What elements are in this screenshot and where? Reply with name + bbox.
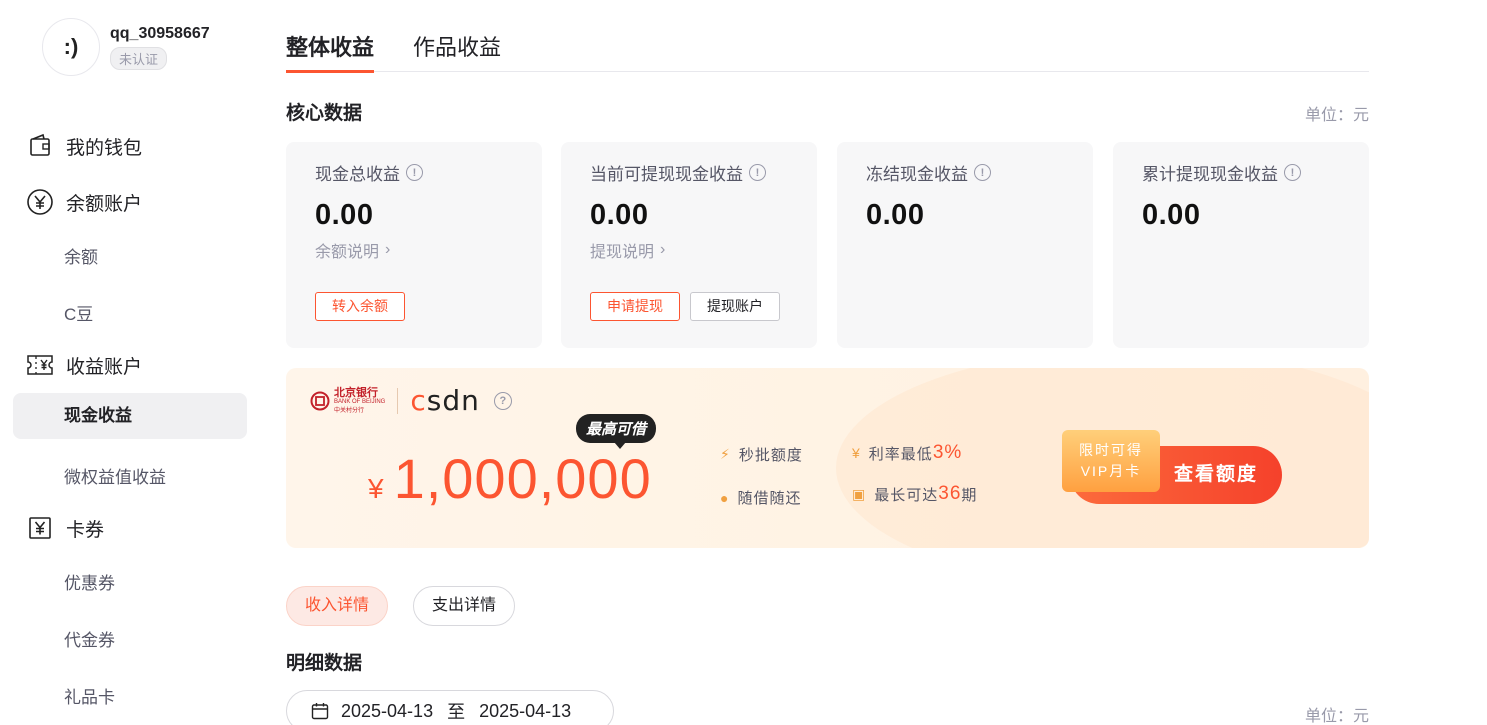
wallet-icon [26,132,54,160]
detail-unit-label: 单位：元 [1304,708,1369,725]
info-icon[interactable]: ! [1284,164,1301,181]
core-unit-label: 单位：元 [1304,107,1369,124]
feature-low-rate: ¥ 利率最低 3% [852,442,963,463]
date-start[interactable]: 2025-04-13 [341,701,433,722]
vip-monthly-tag: 限时可得 VIP月卡 [1062,430,1160,492]
transfer-to-balance-button[interactable]: 转入余额 [315,292,405,321]
feature-instant-approval: ⚡ 秒批额度 [720,446,803,464]
card-frozen-cash-income: 冻结现金收益! 0.00 [837,142,1093,348]
balance-explanation-link[interactable]: 余额说明 › [315,238,513,262]
sidebar-group-income-account[interactable]: 收益账户 [26,351,142,379]
sidebar-group-wallet[interactable]: 我的钱包 [26,132,142,160]
username: qq_30958667 [110,24,210,42]
card-value: 0.00 [866,199,925,231]
bank-of-beijing-logo-icon [310,391,330,410]
expense-details-tab[interactable]: 支出详情 [413,586,516,626]
card-label: 冻结现金收益 [866,165,968,184]
tab-bar: 整体收益 作品收益 [286,30,1369,73]
max-loan-tag: 最高可借 [576,414,657,449]
yen-icon: ¥ [852,445,861,461]
banner-logo: 北京银行 BANK OF BEIJING 中关村分行 csdn ? [310,384,512,417]
card-withdrawable-cash-income: 当前可提现现金收益! 0.00 提现说明 › 申请提现 提现账户 [561,142,817,348]
sidebar-group-balance-account[interactable]: 余额账户 [26,188,142,216]
sidebar-group-label: 收益账户 [66,356,143,378]
coupon-yen-icon [26,514,54,542]
date-end[interactable]: 2025-04-13 [479,701,571,722]
card-label: 现金总收益 [315,165,400,184]
sidebar-item-balance[interactable]: 余额 [64,243,98,268]
question-icon[interactable]: ? [493,391,512,410]
sidebar-item-c-beans[interactable]: C豆 [64,300,93,325]
sidebar-item-voucher[interactable]: 代金券 [64,626,115,651]
withdraw-account-button[interactable]: 提现账户 [690,292,780,321]
sidebar-group-label: 卡券 [66,519,105,541]
card-value: 0.00 [1142,199,1201,231]
apply-withdraw-button[interactable]: 申请提现 [590,292,680,321]
chevron-right-icon: › [660,241,666,258]
avatar[interactable]: :) [42,18,100,76]
card-value: 0.00 [315,199,374,231]
info-icon[interactable]: ! [749,164,766,181]
feature-flexible-repay: ● 随借随还 [720,489,802,508]
income-details-tab[interactable]: 收入详情 [286,586,389,626]
sidebar-item-cash-income[interactable]: 现金收益 [13,393,247,439]
tab-works-income[interactable]: 作品收益 [413,30,501,72]
user-profile: :) qq_30958667 未认证 [42,18,210,76]
date-separator: 至 [447,702,466,722]
sidebar-group-label: 余额账户 [66,193,143,215]
calendar-icon: ▣ [852,485,867,502]
card-cumulative-withdrawn-income: 累计提现现金收益! 0.00 [1113,142,1369,348]
sidebar-item-micro-equity-income[interactable]: 微权益值收益 [64,463,166,488]
csdn-logo: csdn [410,384,480,417]
calendar-icon [311,702,329,720]
detail-data-title: 明细数据 [286,653,363,674]
card-label: 当前可提现现金收益 [590,165,743,184]
sidebar-item-discount-coupon[interactable]: 优惠券 [64,569,115,594]
bank-name: 北京银行 [334,387,378,399]
yen-circle-icon [26,188,54,216]
logo-divider [397,387,399,414]
core-data-cards: 现金总收益! 0.00 余额说明 › 转入余额 当前可提现现金收益! 0.00 提… [286,142,1369,348]
chevron-right-icon: › [385,241,391,258]
currency-symbol: ¥ [368,473,384,504]
max-loan-amount: ¥ 1,000,000 [368,446,652,511]
loan-promo-banner[interactable]: 北京银行 BANK OF BEIJING 中关村分行 csdn ? 最高可借 ¥… [286,368,1369,548]
vip-tag-line: 限时可得 [1079,442,1143,458]
vip-tag-line: VIP月卡 [1080,463,1142,479]
amount-value: 1,000,000 [393,447,652,510]
bank-branch: 中关村分行 [334,408,365,414]
verification-badge[interactable]: 未认证 [110,46,168,70]
withdraw-explanation-link[interactable]: 提现说明 › [590,238,788,262]
date-range-picker[interactable]: 2025-04-13 至 2025-04-13 [286,690,614,725]
ticket-yen-icon [26,351,54,379]
coins-icon: ● [720,489,730,506]
core-data-title: 核心数据 [286,103,363,124]
sidebar-group-label: 我的钱包 [66,137,143,159]
card-value: 0.00 [590,199,649,231]
sidebar-group-coupons[interactable]: 卡券 [26,514,104,542]
card-total-cash-income: 现金总收益! 0.00 余额说明 › 转入余额 [286,142,542,348]
feature-max-term: ▣ 最长可达 36 期 [852,483,978,504]
sidebar: :) qq_30958667 未认证 我的钱包 余额账户 余额 C豆 收益账户 … [0,0,260,725]
lightning-icon: ⚡ [720,446,731,462]
card-label: 累计提现现金收益 [1142,165,1278,184]
info-icon[interactable]: ! [406,164,423,181]
tab-overall-income[interactable]: 整体收益 [286,30,375,73]
info-icon[interactable]: ! [974,164,991,181]
sidebar-item-gift-card[interactable]: 礼品卡 [64,683,115,708]
